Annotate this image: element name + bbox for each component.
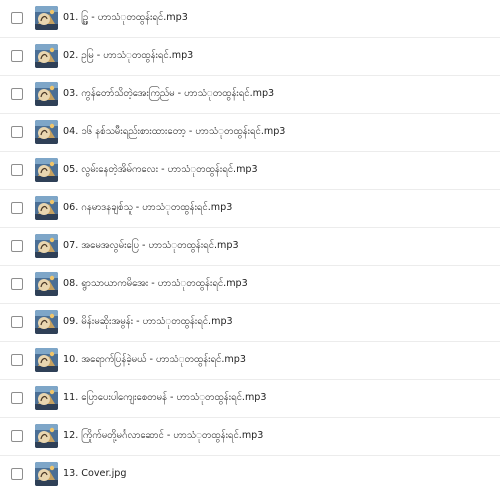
- file-row[interactable]: 07. အမေအလွမ်းပြေ - ဟာသံုတထွန်းရင်.mp3: [0, 228, 500, 266]
- file-checkbox[interactable]: [11, 316, 23, 328]
- file-name[interactable]: 08. ရွာသာယာကမိအေး - ဟာသံုတထွန်းရင်.mp3: [63, 277, 248, 291]
- file-row[interactable]: 06. ဂနမာဒနချစ်သူ - ဟာသံုတထွန်းရင်.mp3: [0, 190, 500, 228]
- file-checkbox[interactable]: [11, 126, 23, 138]
- file-name[interactable]: 09. မိန်းမဆိုးအမွန်း - ဟာသံုတထွန်းရင်.mp…: [63, 315, 233, 329]
- file-row[interactable]: 01. ဥ္ဖြ - ဟာသံုတထွန်းရင်.mp3: [0, 0, 500, 38]
- file-row[interactable]: 11. ပြောပေးပါကျေးစေတမန် - ဟာသံုတထွန်းရင်…: [0, 380, 500, 418]
- album-art-icon[interactable]: [35, 386, 58, 410]
- file-row[interactable]: 13. Cover.jpg: [0, 456, 500, 494]
- album-art-icon[interactable]: [35, 234, 58, 258]
- file-row[interactable]: 05. လွမ်းနေတဲ့အိမ်ကလေး - ဟာသံုတထွန်းရင်.…: [0, 152, 500, 190]
- file-checkbox[interactable]: [11, 12, 23, 24]
- file-checkbox[interactable]: [11, 164, 23, 176]
- album-art-icon[interactable]: [35, 158, 58, 182]
- file-checkbox[interactable]: [11, 278, 23, 290]
- file-checkbox[interactable]: [11, 430, 23, 442]
- file-name[interactable]: 04. ၁၆ နစ်သမီးရည်းစားထားတော့ - ဟာသံုတထွန…: [63, 125, 285, 139]
- file-checkbox[interactable]: [11, 88, 23, 100]
- file-name[interactable]: 03. ကွန်တော်သိတဲ့အေးကြည်မ - ဟာသံုတထွန်းရ…: [63, 87, 274, 101]
- file-checkbox[interactable]: [11, 354, 23, 366]
- file-checkbox[interactable]: [11, 240, 23, 252]
- file-row[interactable]: 03. ကွန်တော်သိတဲ့အေးကြည်မ - ဟာသံုတထွန်းရ…: [0, 76, 500, 114]
- file-name[interactable]: 11. ပြောပေးပါကျေးစေတမန် - ဟာသံုတထွန်းရင်…: [63, 391, 266, 405]
- album-art-icon[interactable]: [35, 196, 58, 220]
- file-name[interactable]: 01. ဥ္ဖြ - ဟာသံုတထွန်းရင်.mp3: [63, 11, 188, 25]
- album-art-icon[interactable]: [35, 120, 58, 144]
- file-name[interactable]: 02. ဥမြ - ဟာသံုတထွန်းရင်.mp3: [63, 49, 193, 63]
- album-art-icon[interactable]: [35, 462, 58, 486]
- file-row[interactable]: 09. မိန်းမဆိုးအမွန်း - ဟာသံုတထွန်းရင်.mp…: [0, 304, 500, 342]
- file-row[interactable]: 10. အရောက်ပြန်ခဲ့မယ် - ဟာသံုတထွန်းရင်.mp…: [0, 342, 500, 380]
- file-list: 01. ဥ္ဖြ - ဟာသံုတထွန်းရင်.mp3 02. ဥမြ - …: [0, 0, 500, 494]
- file-name[interactable]: 12. ကြိုက်မတို့မင်္ဂလာဆောင် - ဟာသံုတထွန်…: [63, 429, 263, 443]
- file-checkbox[interactable]: [11, 202, 23, 214]
- file-checkbox[interactable]: [11, 468, 23, 480]
- file-checkbox[interactable]: [11, 392, 23, 404]
- file-row[interactable]: 02. ဥမြ - ဟာသံုတထွန်းရင်.mp3: [0, 38, 500, 76]
- album-art-icon[interactable]: [35, 310, 58, 334]
- file-row[interactable]: 04. ၁၆ နစ်သမီးရည်းစားထားတော့ - ဟာသံုတထွန…: [0, 114, 500, 152]
- file-row[interactable]: 12. ကြိုက်မတို့မင်္ဂလာဆောင် - ဟာသံုတထွန်…: [0, 418, 500, 456]
- file-checkbox[interactable]: [11, 50, 23, 62]
- album-art-icon[interactable]: [35, 348, 58, 372]
- file-name[interactable]: 10. အရောက်ပြန်ခဲ့မယ် - ဟာသံုတထွန်းရင်.mp…: [63, 353, 246, 367]
- album-art-icon[interactable]: [35, 44, 58, 68]
- album-art-icon[interactable]: [35, 272, 58, 296]
- file-row[interactable]: 08. ရွာသာယာကမိအေး - ဟာသံုတထွန်းရင်.mp3: [0, 266, 500, 304]
- file-name[interactable]: 07. အမေအလွမ်းပြေ - ဟာသံုတထွန်းရင်.mp3: [63, 239, 239, 253]
- file-name[interactable]: 06. ဂနမာဒနချစ်သူ - ဟာသံုတထွန်းရင်.mp3: [63, 201, 232, 215]
- album-art-icon[interactable]: [35, 82, 58, 106]
- album-art-icon[interactable]: [35, 424, 58, 448]
- album-art-icon[interactable]: [35, 6, 58, 30]
- file-name[interactable]: 13. Cover.jpg: [63, 467, 126, 481]
- file-name[interactable]: 05. လွမ်းနေတဲ့အိမ်ကလေး - ဟာသံုတထွန်းရင်.…: [63, 163, 258, 177]
